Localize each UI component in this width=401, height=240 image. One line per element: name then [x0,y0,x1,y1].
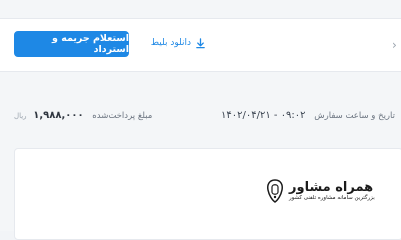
order-datetime-value: ۱۴۰۲/۰۴/۲۱ - ۰۹:۰۲ [221,110,306,121]
headset-logo-icon [267,179,283,203]
watermark-logo: همراه مشاور بزرگترین سامانه مشاوره تلفنی… [265,168,385,214]
watermark-text: همراه مشاور بزرگترین سامانه مشاوره تلفنی… [289,180,375,202]
watermark-title: همراه مشاور [289,180,374,195]
order-info-row: تاریخ و ساعت سفارش ۱۴۰۲/۰۴/۲۱ - ۰۹:۰۲ مب… [0,110,401,130]
inquiry-refund-label: استعلام جریمه و استرداد [52,33,129,55]
order-card: استعلام جریمه و استرداد دانلود بلیط › تا… [0,0,401,240]
arrow-icon[interactable]: › [392,38,401,52]
paid-amount-label: مبلغ پرداخت‌شده [92,111,153,121]
order-datetime-label: تاریخ و ساعت سفارش [314,111,395,121]
download-ticket-label: دانلود بلیط [150,38,191,48]
currency-label: ریال [14,112,27,120]
download-icon [196,37,205,48]
download-ticket-button[interactable]: دانلود بلیط [146,33,206,53]
watermark-subtitle: بزرگترین سامانه مشاوره تلفنی کشور [289,195,375,201]
paid-amount: مبلغ پرداخت‌شده ۱,۹۸۸,۰۰۰ ریال [14,110,152,121]
ticket-actions-bar: استعلام جریمه و استرداد دانلود بلیط › [0,18,401,72]
order-datetime: تاریخ و ساعت سفارش ۱۴۰۲/۰۴/۲۱ - ۰۹:۰۲ [221,110,395,121]
paid-amount-value: ۱,۹۸۸,۰۰۰ [33,110,84,121]
inquiry-refund-button[interactable]: استعلام جریمه و استرداد [14,31,129,57]
